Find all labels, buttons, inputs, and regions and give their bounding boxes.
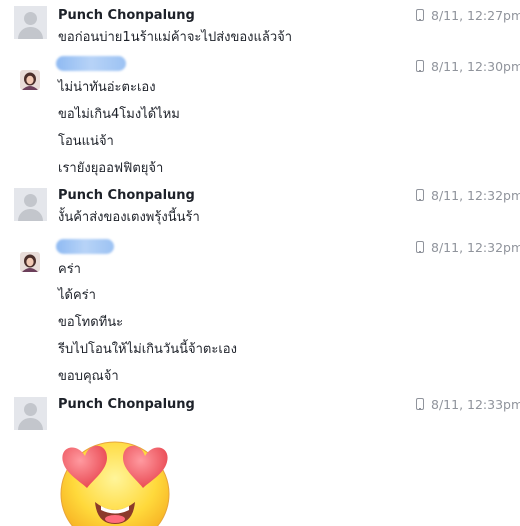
timestamp: 8/11, 12:33pm bbox=[416, 397, 520, 412]
mobile-icon bbox=[416, 398, 424, 410]
avatar[interactable] bbox=[14, 397, 47, 430]
message-text: คร่า bbox=[58, 262, 81, 277]
avatar[interactable] bbox=[14, 188, 47, 221]
message-text: ขอก่อนบ่าย1นร้าแม่ค้าจะไปส่งของแล้วจ้า bbox=[58, 30, 293, 45]
message-text: ขอไม่เกิน4โมงได้ไหม bbox=[58, 107, 180, 122]
mobile-icon bbox=[416, 241, 424, 253]
sender-name-redacted bbox=[56, 56, 126, 71]
message-text: ขอโทดทีนะ bbox=[58, 315, 124, 330]
message-text: เรายังยุออฟฟิตยุจ้า bbox=[58, 161, 164, 176]
mobile-icon bbox=[416, 60, 424, 72]
avatar[interactable] bbox=[20, 252, 40, 272]
mobile-icon bbox=[416, 189, 424, 201]
avatar[interactable] bbox=[20, 70, 40, 90]
message-text: ได้คร่า bbox=[58, 288, 96, 303]
timestamp: 8/11, 12:27pm bbox=[416, 8, 520, 23]
sender-name-redacted bbox=[56, 239, 114, 254]
sender-name[interactable]: Punch Chonpalung bbox=[58, 8, 195, 23]
avatar[interactable] bbox=[14, 6, 47, 39]
message-text: งั้นค้าส่งของเตงพรุ้งนี้นร้า bbox=[58, 210, 200, 225]
timestamp: 8/11, 12:32pm bbox=[416, 240, 520, 255]
message-text: รีบไปโอนให้ไม่เกินวันนี้จ้าตะเอง bbox=[58, 342, 237, 357]
mobile-icon bbox=[416, 9, 424, 21]
message-text: ไม่น่าทันอ่ะตะเอง bbox=[58, 80, 156, 95]
timestamp: 8/11, 12:32pm bbox=[416, 188, 520, 203]
message-text: โอนแน่จ้า bbox=[58, 134, 114, 149]
sender-name[interactable]: Punch Chonpalung bbox=[58, 188, 195, 203]
heart-eyes-emoji-icon bbox=[60, 441, 170, 526]
sender-name[interactable]: Punch Chonpalung bbox=[58, 397, 195, 412]
timestamp: 8/11, 12:30pm bbox=[416, 59, 520, 74]
message-text: ขอบคุณจ้า bbox=[58, 369, 119, 384]
